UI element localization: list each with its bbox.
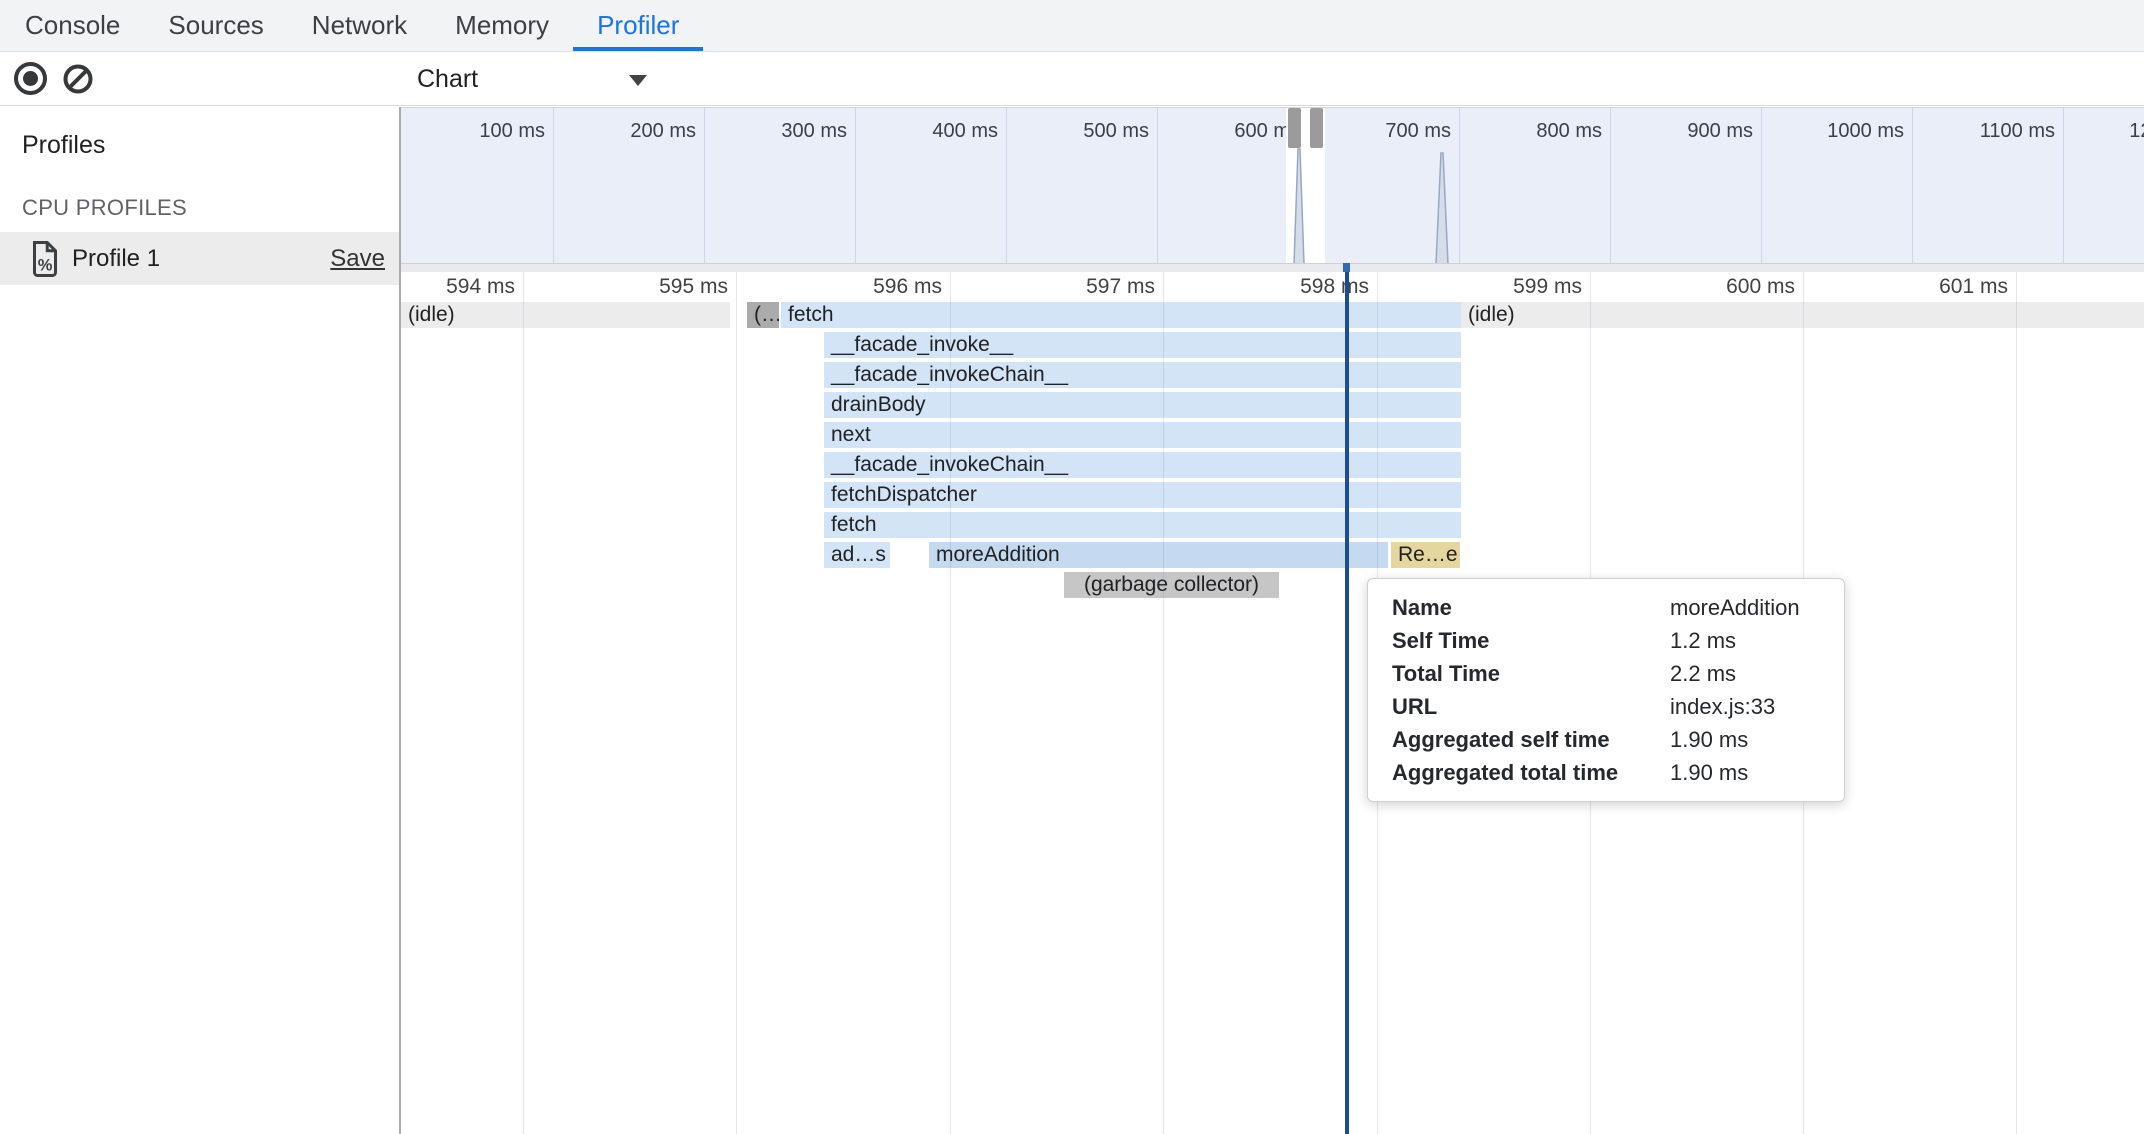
tooltip-row: URLindex.js:33 [1368, 690, 1844, 723]
detail-grid-line [2016, 272, 2017, 1134]
overview-scroll-strip [401, 263, 2144, 272]
flame-bar-garbage-collector[interactable]: (garbage collector) [1064, 572, 1279, 598]
tooltip-row: NamemoreAddition [1368, 591, 1844, 624]
timeline-overview[interactable]: 100 ms200 ms300 ms400 ms500 ms600 ms700 … [401, 107, 2144, 263]
clear-icon [62, 62, 96, 96]
tooltip-value-url: index.js:33 [1670, 690, 1775, 723]
chart-toolbar: Chart [399, 53, 2144, 106]
profile-document-icon: % [30, 241, 60, 277]
flame-bar-drainbody[interactable]: drainBody [824, 392, 1461, 418]
detail-grid-line [523, 272, 524, 1134]
tab-network[interactable]: Network [288, 0, 431, 51]
tooltip-value-self-time: 1.2 ms [1670, 624, 1736, 657]
view-mode-value: Chart [417, 65, 478, 94]
cpu-activity-spikes [401, 108, 2144, 263]
flame-bar-facade-invokechain[interactable]: __facade_invokeChain__ [824, 452, 1461, 478]
profiles-heading: Profiles [22, 131, 105, 160]
tooltip-row: Aggregated self time1.90 ms [1368, 723, 1844, 756]
view-mode-select[interactable]: Chart [417, 53, 667, 105]
flame-bar-item[interactable]: (… [747, 302, 779, 328]
devtools-tabbar: ConsoleSourcesNetworkMemoryProfiler [0, 0, 2144, 52]
chevron-down-icon [629, 75, 647, 86]
tab-memory[interactable]: Memory [431, 0, 573, 51]
flame-chart-pane: 100 ms200 ms300 ms400 ms500 ms600 ms700 … [399, 107, 2144, 1134]
record-profile-button[interactable] [14, 62, 48, 96]
flame-bar-next[interactable]: next [824, 422, 1461, 448]
cpu-profiles-section-label: CPU PROFILES [22, 195, 187, 221]
profiles-sidebar: Profiles CPU PROFILES % Profile 1 Save [0, 107, 399, 1134]
tooltip-row: Aggregated total time1.90 ms [1368, 756, 1844, 789]
tab-console[interactable]: Console [1, 0, 144, 51]
tooltip-value-total-time: 2.2 ms [1670, 657, 1736, 690]
tooltip-label-aggregated-self-time: Aggregated self time [1392, 723, 1670, 756]
tooltip-label-total-time: Total Time [1392, 657, 1670, 690]
flame-bar-fetch[interactable]: fetch [781, 302, 1461, 328]
tooltip-value-name: moreAddition [1670, 591, 1800, 624]
flame-bar-facade-invoke[interactable]: __facade_invoke__ [824, 332, 1461, 358]
tab-profiler[interactable]: Profiler [573, 0, 703, 51]
detail-grid-line [1163, 272, 1164, 1134]
frame-details-tooltip: NamemoreAdditionSelf Time1.2 msTotal Tim… [1367, 578, 1845, 802]
current-time-marker [1345, 272, 1349, 1134]
clear-profiles-button[interactable] [62, 62, 96, 96]
flame-bar-ad-s[interactable]: ad…s [824, 542, 890, 568]
save-profile-link[interactable]: Save [330, 245, 385, 273]
tooltip-label-self-time: Self Time [1392, 624, 1670, 657]
tooltip-label-aggregated-total-time: Aggregated total time [1392, 756, 1670, 789]
profiler-toolbar [0, 53, 399, 106]
flame-bar-fetch[interactable]: fetch [824, 512, 1461, 538]
flame-bar-moreaddition[interactable]: moreAddition [929, 542, 1388, 568]
flame-bar-re-e[interactable]: Re…e [1391, 542, 1460, 568]
detail-grid-line [736, 272, 737, 1134]
tooltip-row: Total Time2.2 ms [1368, 657, 1844, 690]
tooltip-label-name: Name [1392, 591, 1670, 624]
detail-grid-line [950, 272, 951, 1134]
tooltip-value-aggregated-total-time: 1.90 ms [1670, 756, 1748, 789]
tooltip-row: Self Time1.2 ms [1368, 624, 1844, 657]
flame-bar-idle[interactable]: (idle) [401, 302, 730, 328]
tab-sources[interactable]: Sources [144, 0, 287, 51]
record-icon-dot [23, 71, 38, 86]
flame-bar-facade-invokechain[interactable]: __facade_invokeChain__ [824, 362, 1461, 388]
tooltip-value-aggregated-self-time: 1.90 ms [1670, 723, 1748, 756]
profile-name: Profile 1 [72, 245, 330, 273]
overview-position-tick [1343, 263, 1350, 272]
flame-bar-fetchdispatcher[interactable]: fetchDispatcher [824, 482, 1461, 508]
selection-handle-right[interactable] [1310, 108, 1323, 148]
tooltip-label-url: URL [1392, 690, 1670, 723]
sidebar-item-profile-1[interactable]: % Profile 1 Save [0, 232, 399, 285]
selection-handle-left[interactable] [1288, 108, 1301, 148]
svg-text:%: % [38, 256, 53, 274]
